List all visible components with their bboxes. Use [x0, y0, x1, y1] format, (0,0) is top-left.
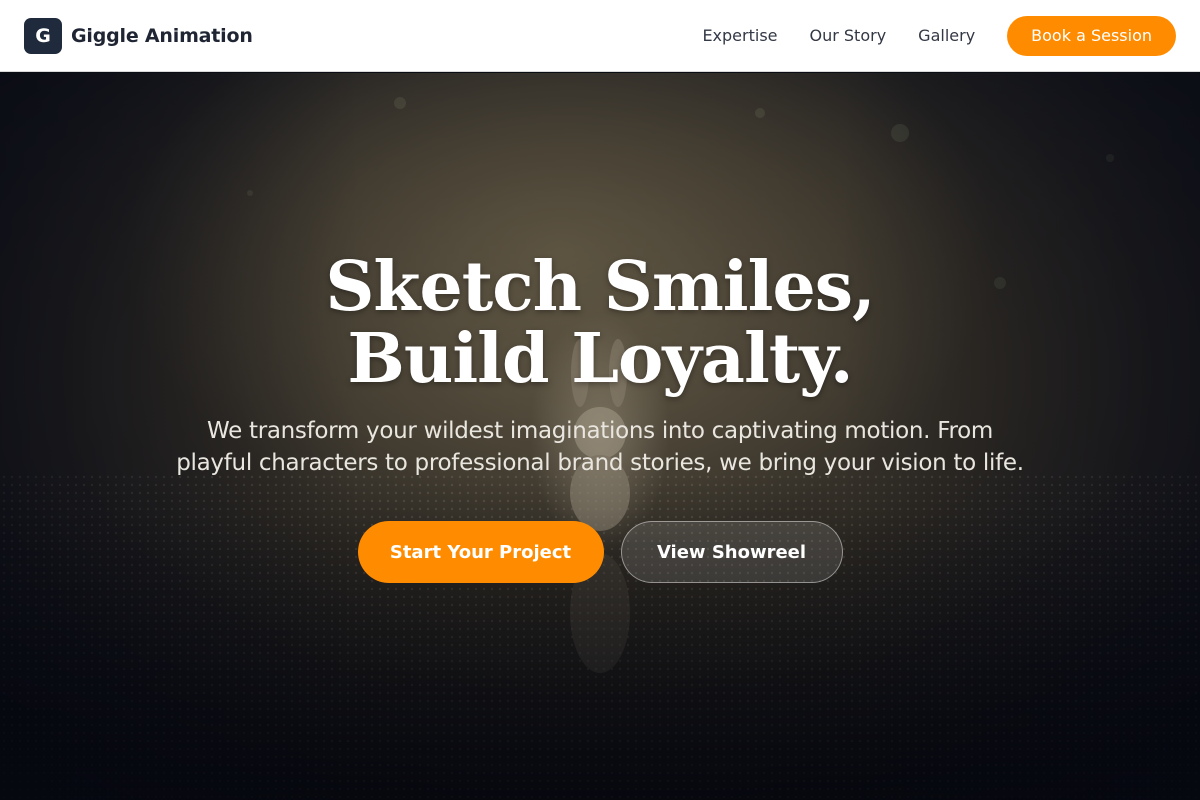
hero-subtitle: We transform your wildest imaginations i…	[176, 418, 1024, 476]
site-header: G Giggle Animation Expertise Our Story G…	[0, 0, 1200, 72]
start-project-button[interactable]: Start Your Project	[357, 521, 604, 583]
hero-title: Sketch Smiles, Build Loyalty.	[325, 247, 875, 399]
nav-link-gallery[interactable]: Gallery	[918, 26, 975, 45]
brand[interactable]: G Giggle Animation	[24, 17, 253, 54]
view-showreel-button[interactable]: View Showreel	[620, 521, 843, 583]
main-nav: Expertise Our Story Gallery Book a Sessi…	[702, 15, 1176, 56]
hero-actions: Start Your Project View Showreel	[357, 521, 843, 583]
nav-link-our-story[interactable]: Our Story	[810, 26, 887, 45]
brand-logo[interactable]: G	[24, 17, 62, 54]
nav-link-expertise[interactable]: Expertise	[702, 26, 777, 45]
hero-section: Sketch Smiles, Build Loyalty. We transfo…	[0, 73, 1200, 800]
book-session-button[interactable]: Book a Session	[1007, 15, 1176, 56]
brand-name[interactable]: Giggle Animation	[71, 25, 253, 47]
hero-content: Sketch Smiles, Build Loyalty. We transfo…	[0, 73, 1200, 800]
